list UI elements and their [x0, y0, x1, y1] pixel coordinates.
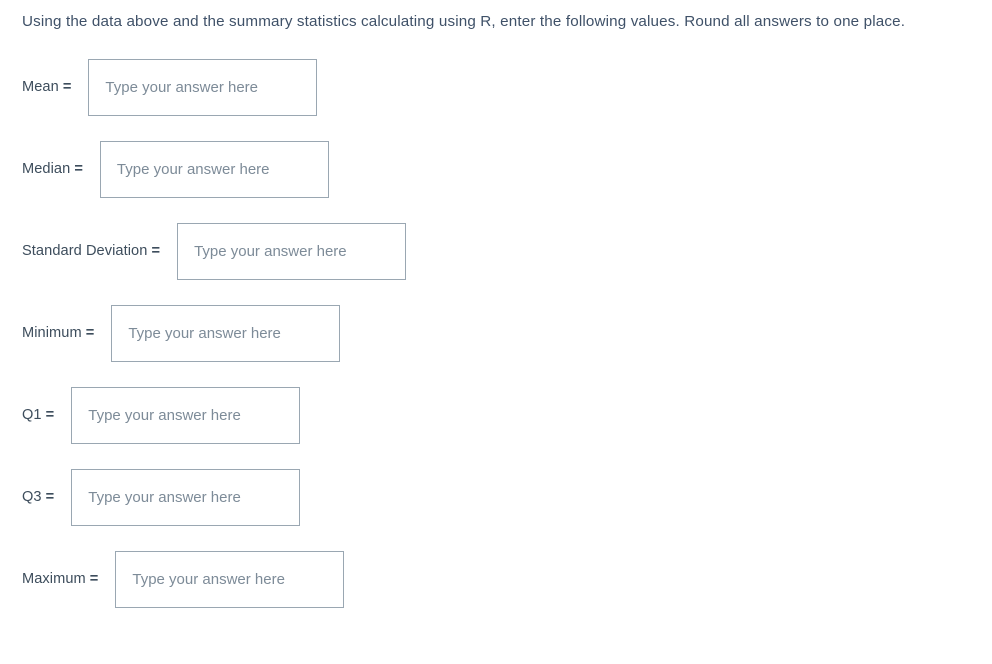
equals-sign-minimum: =: [85, 325, 95, 341]
median-input[interactable]: [99, 140, 329, 198]
equals-sign-q1: =: [45, 407, 55, 423]
label-standard-deviation-text: Standard Deviation: [22, 243, 148, 259]
field-row-maximum: Maximum =: [0, 550, 992, 608]
label-maximum: Maximum =: [22, 571, 98, 587]
label-median-text: Median: [22, 161, 71, 177]
equals-sign-mean: =: [62, 79, 72, 95]
field-row-standard-deviation: Standard Deviation =: [0, 222, 992, 280]
label-mean-text: Mean: [22, 79, 59, 95]
equals-sign-median: =: [74, 161, 83, 177]
maximum-input[interactable]: [115, 550, 345, 608]
field-row-q3: Q3 =: [0, 468, 992, 526]
equals-sign-standard-deviation: =: [151, 243, 161, 259]
label-maximum-text: Maximum: [22, 571, 86, 587]
label-minimum-text: Minimum: [22, 325, 82, 341]
q1-input[interactable]: [71, 386, 301, 444]
answer-fields-list: Mean= Median= Standard Deviation= Minimu…: [0, 58, 992, 632]
field-row-mean: Mean =: [0, 58, 992, 116]
label-mean: Mean =: [22, 79, 71, 95]
q3-input[interactable]: [71, 468, 301, 526]
label-median: Median =: [22, 161, 83, 177]
question-prompt: Using the data above and the summary sta…: [22, 13, 906, 30]
field-row-minimum: Minimum =: [0, 304, 992, 362]
mean-input[interactable]: [88, 58, 318, 116]
label-q1-text: Q1: [22, 407, 42, 423]
field-row-median: Median =: [0, 140, 992, 198]
equals-sign-q3: =: [45, 489, 55, 505]
label-q3: Q3 =: [22, 489, 54, 505]
label-standard-deviation: Standard Deviation =: [22, 243, 160, 259]
question-page: Using the data above and the summary sta…: [0, 0, 992, 664]
label-q1: Q1 =: [22, 407, 54, 423]
minimum-input[interactable]: [111, 304, 341, 362]
field-row-q1: Q1 =: [0, 386, 992, 444]
standard-deviation-input[interactable]: [177, 222, 407, 280]
equals-sign-maximum: =: [89, 571, 99, 587]
label-minimum: Minimum =: [22, 325, 94, 341]
label-q3-text: Q3: [22, 489, 42, 505]
